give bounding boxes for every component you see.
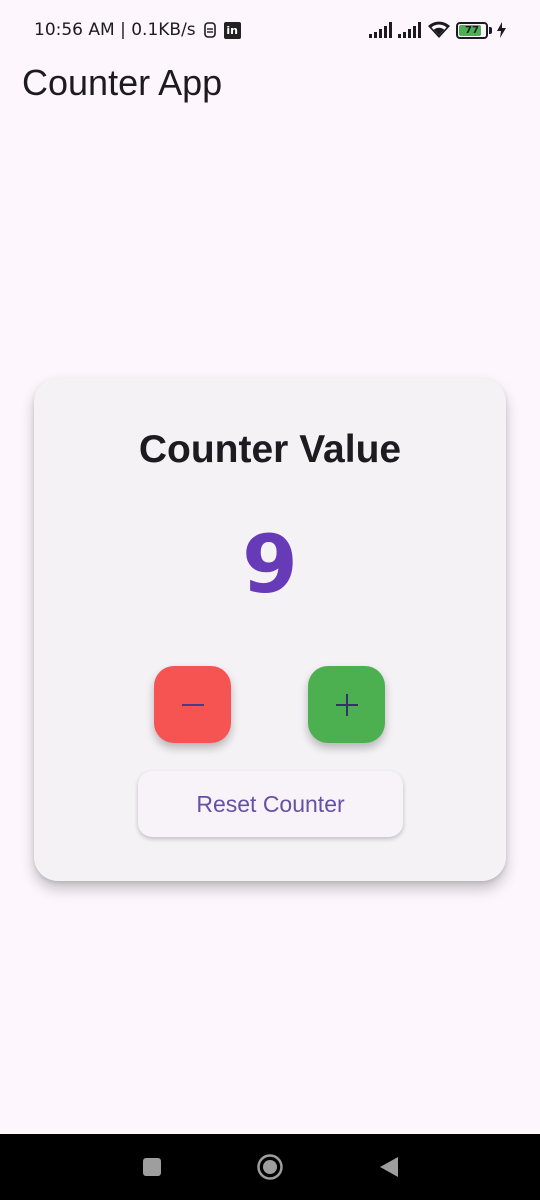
linkedin-icon: in bbox=[223, 21, 241, 39]
back-icon[interactable] bbox=[369, 1134, 409, 1200]
status-time: 10:56 AM | 0.1KB/s bbox=[34, 20, 196, 40]
charging-icon bbox=[497, 22, 506, 38]
counter-value: 9 bbox=[242, 518, 298, 611]
reset-button-label: Reset Counter bbox=[196, 790, 345, 817]
home-icon[interactable] bbox=[250, 1134, 290, 1200]
battery-icon: 77 bbox=[456, 21, 488, 39]
decrement-button[interactable] bbox=[154, 666, 231, 743]
status-bar: 10:56 AM | 0.1KB/s in 77 bbox=[0, 0, 540, 60]
reset-counter-button[interactable]: Reset Counter bbox=[138, 771, 403, 837]
status-left: 10:56 AM | 0.1KB/s in bbox=[34, 20, 241, 40]
signal-icon bbox=[369, 22, 393, 38]
battery-cap bbox=[489, 26, 492, 34]
sim-icon bbox=[203, 22, 216, 38]
increment-button[interactable] bbox=[308, 666, 385, 743]
status-right: 77 bbox=[369, 21, 506, 39]
page-title: Counter App bbox=[22, 62, 223, 103]
minus-icon bbox=[181, 703, 204, 707]
counter-card: Counter Value 9 Reset Counter bbox=[34, 378, 506, 881]
card-title: Counter Value bbox=[138, 428, 402, 471]
system-nav-bar bbox=[0, 1134, 540, 1200]
wifi-icon bbox=[427, 21, 451, 39]
signal-icon bbox=[398, 22, 422, 38]
battery-level: 77 bbox=[465, 24, 479, 36]
plus-icon bbox=[335, 693, 358, 716]
recent-apps-icon[interactable] bbox=[132, 1134, 172, 1200]
